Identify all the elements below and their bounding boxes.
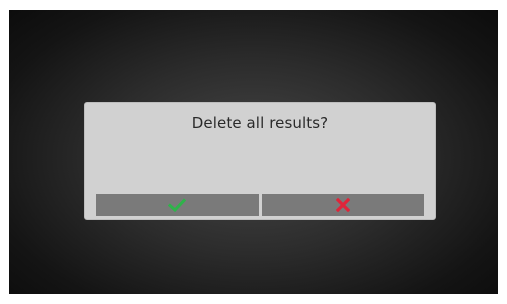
dialog-message: Delete all results? xyxy=(191,114,329,132)
confirm-button[interactable] xyxy=(96,194,259,216)
cancel-button[interactable] xyxy=(261,194,424,216)
checkmark-icon xyxy=(168,198,187,212)
dialog-button-row xyxy=(96,194,424,216)
screen: Delete all results? xyxy=(9,10,498,294)
device-frame: Delete all results? xyxy=(0,0,507,304)
x-icon xyxy=(335,198,350,212)
confirm-dialog: Delete all results? xyxy=(84,102,436,220)
